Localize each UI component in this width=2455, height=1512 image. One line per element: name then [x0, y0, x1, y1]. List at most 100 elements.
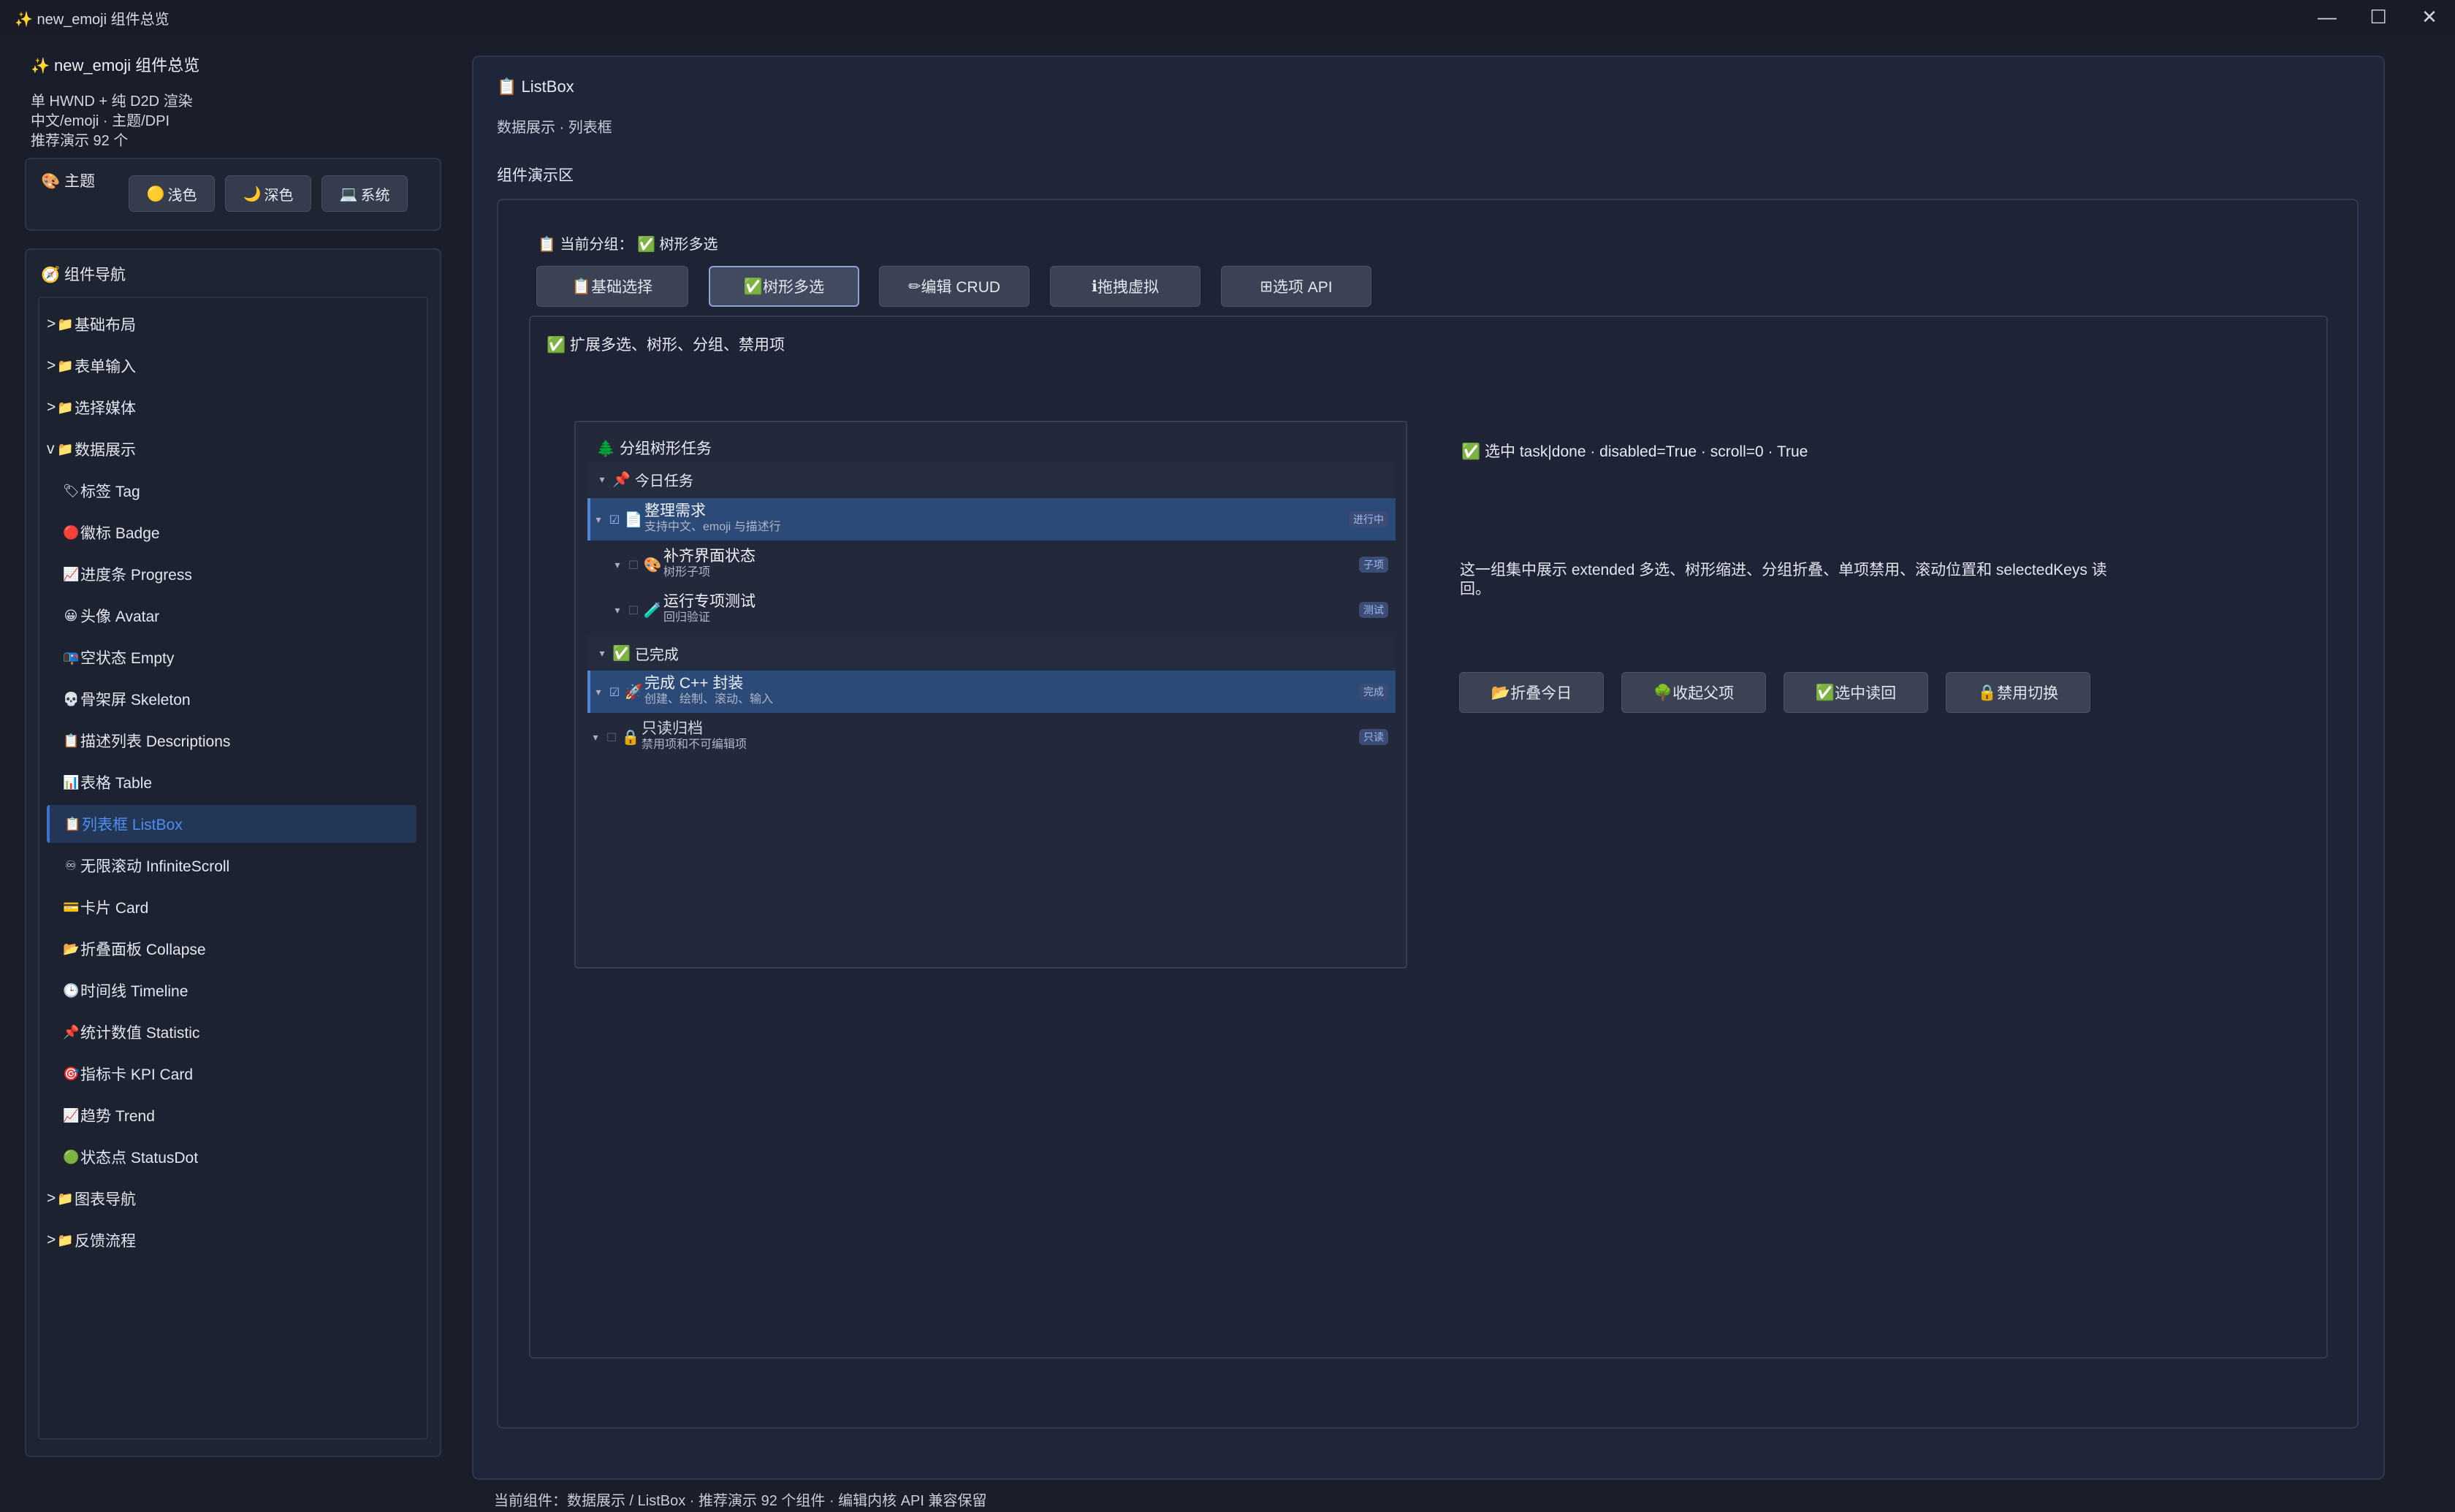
read-selection-button[interactable]: ✅ 选中读回 — [1784, 672, 1928, 713]
sidebar-item-label: 指标卡 KPI Card — [80, 1066, 194, 1083]
sidebar-item[interactable]: 📋 描述列表 Descriptions — [47, 722, 416, 760]
palette-icon: 🎨 — [643, 556, 662, 573]
info-line: 推荐演示 92 个 — [31, 133, 129, 149]
palette-icon: 🎨 — [41, 172, 61, 190]
theme-light-button[interactable]: 🟡 浅色 — [129, 175, 215, 212]
tab-basic-select[interactable]: 📋 基础选择 — [536, 266, 688, 307]
list-item[interactable]: ▾ ☑ 🚀 完成 C++ 封装 创建、绘制、滚动、输入 完成 — [587, 671, 1396, 713]
collapse-parent-button[interactable]: 🌳 收起父项 — [1621, 672, 1766, 713]
toggle-disabled-button[interactable]: 🔒 禁用切换 — [1946, 672, 2090, 713]
info-line: 单 HWND + 纯 D2D 渲染 — [31, 93, 193, 110]
chevron-down-icon: v — [47, 440, 55, 457]
sidebar-item[interactable]: > 📁 基础布局 — [47, 305, 416, 343]
chart-up-icon: 📈 — [63, 566, 80, 582]
close-button[interactable]: ✕ — [2404, 0, 2455, 34]
app-title: new_emoji 组件总览 — [54, 56, 200, 75]
check-icon: ✅ — [1461, 443, 1481, 460]
sidebar-item[interactable]: 📂 折叠面板 Collapse — [47, 930, 416, 968]
sidebar-item-label: 图表导航 — [75, 1191, 136, 1208]
theme-dark-button[interactable]: 🌙 深色 — [225, 175, 311, 212]
chevron-down-icon: ▾ — [614, 558, 620, 570]
sidebar-item[interactable]: 🔴 徽标 Badge — [47, 513, 416, 551]
smile-icon: 😀 — [64, 608, 78, 624]
list-item[interactable]: ▾ ☐ 🎨 补齐界面状态 树形子项 子项 — [587, 543, 1396, 586]
chevron-down-icon: ▾ — [595, 513, 601, 525]
tree-icon: 🌳 — [1653, 683, 1673, 701]
checkbox-checked[interactable]: ☑ — [606, 513, 623, 527]
clipboard-icon: 📋 — [538, 235, 556, 253]
group-header-today[interactable]: ▾ 📌 今日任务 — [587, 462, 1396, 497]
tree-icon: 🌲 — [596, 440, 616, 457]
check-icon: ✅ — [743, 277, 764, 295]
infinity-icon: ♾ — [64, 858, 77, 874]
sidebar-item[interactable]: 📋 列表框 ListBox — [47, 805, 416, 843]
folder-icon: 📁 — [57, 316, 74, 332]
sidebar-item[interactable]: 💀 骨架屏 Skeleton — [47, 680, 416, 718]
sidebar-item[interactable]: 📈 趋势 Trend — [47, 1096, 416, 1134]
sidebar-item[interactable]: 🎯 指标卡 KPI Card — [47, 1055, 416, 1093]
list-item[interactable]: ▾ ☐ 🧪 运行专项测试 回归验证 测试 — [587, 589, 1396, 631]
sidebar-item[interactable]: v 📁 数据展示 — [47, 430, 416, 468]
maximize-button[interactable]: ☐ — [2353, 0, 2404, 34]
group-header-done[interactable]: ▾ ✅ 已完成 — [587, 635, 1396, 671]
empty-mailbox-icon: 📭 — [63, 649, 80, 665]
checkbox-unchecked: ☐ — [606, 732, 617, 744]
tab-edit-crud[interactable]: ✏ 编辑 CRUD — [879, 266, 1029, 307]
window-title: ✨ new_emoji 组件总览 — [15, 12, 170, 28]
sidebar-item[interactable]: > 📁 选择媒体 — [47, 389, 416, 427]
sidebar-item[interactable]: ♾ 无限滚动 InfiniteScroll — [47, 847, 416, 885]
sidebar-item[interactable]: > 📁 反馈流程 — [47, 1221, 416, 1259]
list-item-disabled: ▾ ☐ 🔒 只读归档 禁用项和不可编辑项 只读 — [587, 716, 1396, 758]
group-label: 📋 当前分组： ✅ 树形多选 — [538, 235, 718, 253]
title-bar: ✨ new_emoji 组件总览 — ☐ ✕ — [0, 0, 2455, 34]
sidebar-item[interactable]: 📭 空状态 Empty — [47, 638, 416, 676]
chevron-right-icon: > — [47, 357, 56, 374]
sidebar-item[interactable]: 🕒 时间线 Timeline — [47, 971, 416, 1009]
checkbox-unchecked[interactable]: ☐ — [625, 558, 642, 572]
checkbox-unchecked[interactable]: ☐ — [625, 603, 642, 617]
tab-options-api[interactable]: ⊞ 选项 API — [1221, 266, 1371, 307]
sidebar-item[interactable]: 📈 进度条 Progress — [47, 555, 416, 593]
check-icon: ✅ — [637, 235, 655, 253]
sidebar-item[interactable]: 😀 头像 Avatar — [47, 597, 416, 635]
pin-icon: 📌 — [612, 470, 631, 488]
sidebar-item-label: 列表框 ListBox — [82, 817, 183, 833]
sidebar-item[interactable]: > 📁 表单输入 — [47, 347, 416, 385]
sparkle-icon: ✨ — [31, 57, 50, 75]
sidebar-item-label: 头像 Avatar — [80, 608, 160, 625]
status-badge: 完成 — [1359, 684, 1388, 700]
sidebar-item[interactable]: 📌 统计数值 Statistic — [47, 1013, 416, 1051]
tab-drag-virtual[interactable]: ℹ 拖拽虚拟 — [1050, 266, 1200, 307]
red-dot-icon: 🔴 — [63, 524, 80, 541]
tab-tree-multiselect[interactable]: ✅ 树形多选 — [709, 266, 859, 307]
clock-icon: 🕒 — [63, 982, 80, 999]
folder-icon: 📂 — [1491, 683, 1511, 701]
sidebar-item-label: 选择媒体 — [75, 400, 136, 417]
document-icon: 📄 — [624, 511, 643, 528]
theme-system-button[interactable]: 💻 系统 — [321, 175, 408, 212]
sidebar-item[interactable]: 🏷 标签 Tag — [47, 472, 416, 510]
tag-icon: 🏷 — [63, 483, 80, 499]
sidebar-item-label: 表单输入 — [75, 359, 136, 375]
check-icon: ✅ — [1815, 683, 1835, 701]
sidebar-info: 单 HWND + 纯 D2D 渲染 中文/emoji · 主题/DPI 推荐演示… — [31, 92, 193, 151]
laptop-icon: 💻 — [339, 185, 358, 202]
sidebar-item[interactable]: 🟢 状态点 StatusDot — [47, 1138, 416, 1176]
status-badge: 进行中 — [1349, 511, 1388, 527]
collapse-today-button[interactable]: 📂 折叠今日 — [1459, 672, 1604, 713]
sidebar-header: ✨ new_emoji 组件总览 — [31, 53, 199, 76]
list-item[interactable]: ▾ ☑ 📄 整理需求 支持中文、emoji 与描述行 进行中 — [587, 498, 1396, 541]
sidebar-item[interactable]: 📊 表格 Table — [47, 763, 416, 801]
folder-icon: 📁 — [57, 1191, 74, 1207]
sidebar-item[interactable]: > 📁 图表导航 — [47, 1180, 416, 1218]
minimize-button[interactable]: — — [2302, 0, 2353, 34]
chevron-down-icon: ▾ — [614, 603, 620, 616]
page-title: 📋 ListBox — [497, 77, 574, 96]
sidebar-item-label: 卡片 Card — [80, 900, 149, 917]
sidebar-item[interactable]: 💳 卡片 Card — [47, 888, 416, 926]
chevron-right-icon: > — [47, 316, 56, 332]
green-dot-icon: 🟢 — [63, 1149, 80, 1165]
clipboard-icon: 📋 — [497, 78, 517, 96]
checkbox-checked[interactable]: ☑ — [606, 685, 623, 699]
skull-icon: 💀 — [63, 691, 80, 707]
